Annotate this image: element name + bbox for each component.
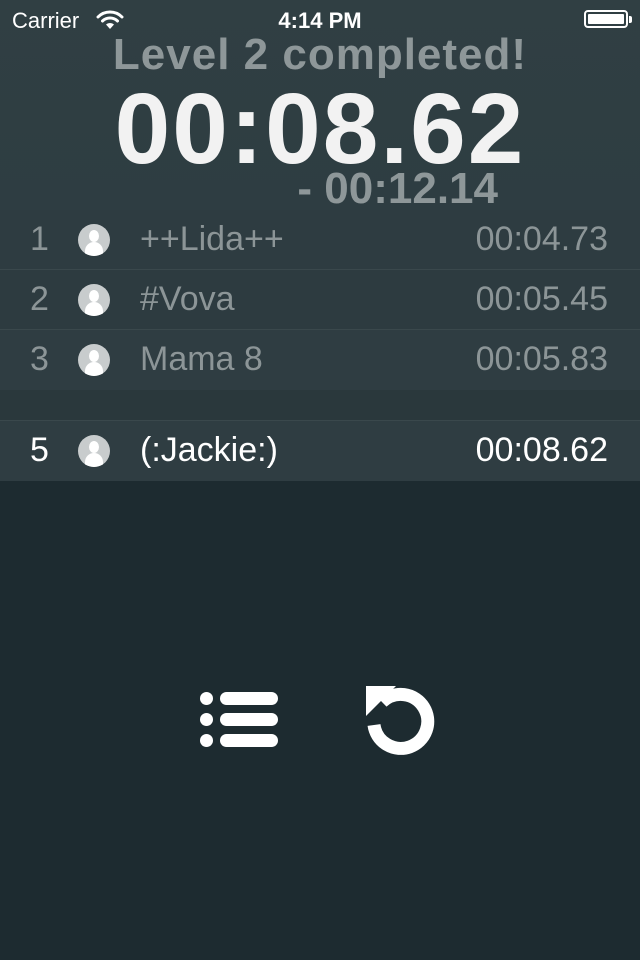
player-time: 00:04.73 (475, 220, 608, 258)
time-difference: - 00:12.14 (297, 164, 498, 213)
user-avatar-icon (78, 435, 110, 467)
rank: 2 (30, 280, 49, 318)
user-avatar-icon (78, 284, 110, 316)
player-name: (:Jackie:) (140, 431, 278, 469)
player-time: 00:05.83 (475, 340, 608, 378)
list-icon-bar (220, 692, 278, 705)
leaderboard-gap (0, 390, 640, 421)
list-icon-dot (200, 713, 213, 726)
player-name: ++Lida++ (140, 220, 284, 258)
player-name: #Vova (140, 280, 235, 318)
player-time: 00:05.45 (475, 280, 608, 318)
battery-fill (588, 14, 624, 24)
leaderboard-row: 1 ++Lida++ 00:04.73 (0, 210, 640, 270)
list-icon-bar (220, 734, 278, 747)
user-avatar-icon (78, 224, 110, 256)
list-icon-dot (200, 734, 213, 747)
rank: 5 (30, 431, 49, 469)
battery-icon (584, 10, 632, 28)
leaderboard-row: 3 Mama 8 00:05.83 (0, 330, 640, 390)
user-avatar-icon (78, 344, 110, 376)
leaderboard-list-button[interactable] (198, 688, 282, 752)
rank: 3 (30, 340, 49, 378)
player-name: Mama 8 (140, 340, 263, 378)
rank: 1 (30, 220, 49, 258)
leaderboard: 1 ++Lida++ 00:04.73 2 #Vova 00:05.45 3 M… (0, 210, 640, 481)
replay-icon[interactable] (362, 680, 438, 760)
list-icon-bar (220, 713, 278, 726)
list-icon (200, 692, 213, 705)
current-player-row: 5 (:Jackie:) 00:08.62 (0, 421, 640, 481)
leaderboard-row: 2 #Vova 00:05.45 (0, 270, 640, 330)
player-time: 00:08.62 (475, 431, 608, 469)
